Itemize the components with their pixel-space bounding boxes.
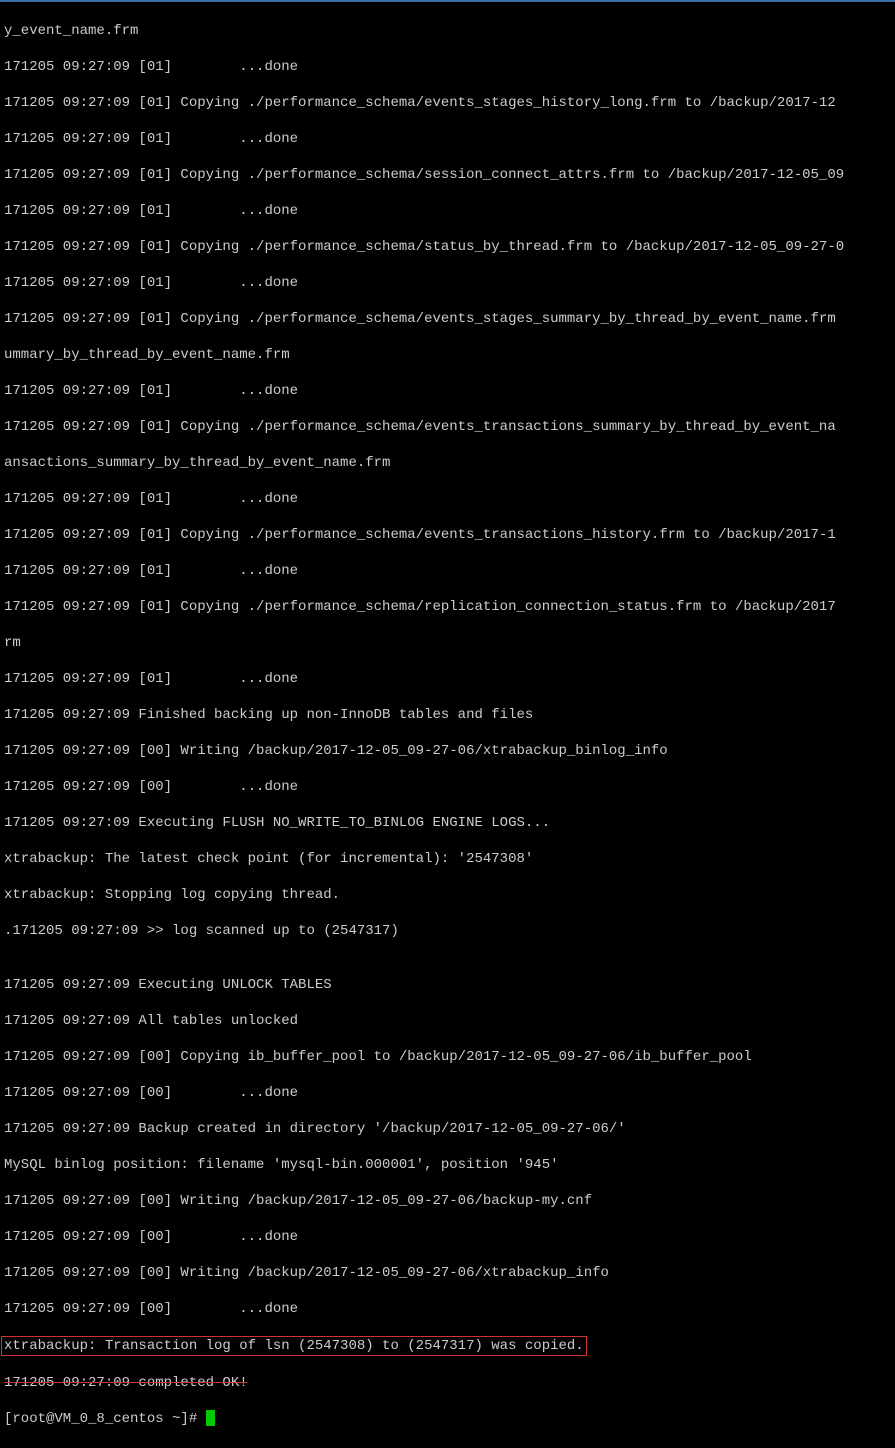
terminal-output[interactable]: y_event_name.frm 171205 09:27:09 [01] ..… bbox=[0, 2, 895, 1448]
shell-prompt: [root@VM_0_8_centos ~]# bbox=[4, 1411, 206, 1427]
log-line: 171205 09:27:09 [01] ...done bbox=[4, 58, 891, 76]
log-line: 171205 09:27:09 [01] Copying ./performan… bbox=[4, 166, 891, 184]
log-line: 171205 09:27:09 Executing FLUSH NO_WRITE… bbox=[4, 814, 891, 832]
shell-prompt-line[interactable]: [root@VM_0_8_centos ~]# bbox=[4, 1410, 891, 1428]
log-line: xtrabackup: The latest check point (for … bbox=[4, 850, 891, 868]
log-line: MySQL binlog position: filename 'mysql-b… bbox=[4, 1156, 891, 1174]
log-line: .171205 09:27:09 >> log scanned up to (2… bbox=[4, 922, 891, 940]
log-line: 171205 09:27:09 [00] ...done bbox=[4, 1084, 891, 1102]
log-line: 171205 09:27:09 [01] ...done bbox=[4, 130, 891, 148]
annotation-box: xtrabackup: Transaction log of lsn (2547… bbox=[1, 1336, 587, 1356]
log-line: 171205 09:27:09 [01] ...done bbox=[4, 382, 891, 400]
log-line: 171205 09:27:09 [01] ...done bbox=[4, 670, 891, 688]
log-line-completed: 171205 09:27:09 completed OK! bbox=[4, 1374, 891, 1392]
log-line: xtrabackup: Stopping log copying thread. bbox=[4, 886, 891, 904]
log-line: 171205 09:27:09 [00] ...done bbox=[4, 778, 891, 796]
log-line: ummary_by_thread_by_event_name.frm bbox=[4, 346, 891, 364]
log-line: 171205 09:27:09 [00] ...done bbox=[4, 1228, 891, 1246]
log-line: 171205 09:27:09 [01] Copying ./performan… bbox=[4, 310, 891, 328]
log-line: 171205 09:27:09 [00] Writing /backup/201… bbox=[4, 742, 891, 760]
log-line: 171205 09:27:09 [01] Copying ./performan… bbox=[4, 526, 891, 544]
log-line: 171205 09:27:09 [01] ...done bbox=[4, 202, 891, 220]
log-line: 171205 09:27:09 [01] ...done bbox=[4, 274, 891, 292]
log-line: rm bbox=[4, 634, 891, 652]
log-line: 171205 09:27:09 Finished backing up non-… bbox=[4, 706, 891, 724]
log-line: 171205 09:27:09 [00] Writing /backup/201… bbox=[4, 1192, 891, 1210]
cursor-icon bbox=[206, 1410, 215, 1426]
log-line: 171205 09:27:09 All tables unlocked bbox=[4, 1012, 891, 1030]
log-line: 171205 09:27:09 [00] Writing /backup/201… bbox=[4, 1264, 891, 1282]
log-line: 171205 09:27:09 [01] Copying ./performan… bbox=[4, 94, 891, 112]
log-line: 171205 09:27:09 [01] ...done bbox=[4, 490, 891, 508]
log-line: 171205 09:27:09 [01] Copying ./performan… bbox=[4, 418, 891, 436]
log-line: 171205 09:27:09 [01] Copying ./performan… bbox=[4, 238, 891, 256]
log-line: y_event_name.frm bbox=[4, 22, 891, 40]
log-line: 171205 09:27:09 [01] Copying ./performan… bbox=[4, 598, 891, 616]
log-line: 171205 09:27:09 Executing UNLOCK TABLES bbox=[4, 976, 891, 994]
log-line: ansactions_summary_by_thread_by_event_na… bbox=[4, 454, 891, 472]
log-line: 171205 09:27:09 [00] Copying ib_buffer_p… bbox=[4, 1048, 891, 1066]
highlighted-log-line: xtrabackup: Transaction log of lsn (2547… bbox=[4, 1336, 891, 1356]
log-line: 171205 09:27:09 Backup created in direct… bbox=[4, 1120, 891, 1138]
log-line: 171205 09:27:09 [01] ...done bbox=[4, 562, 891, 580]
log-line: 171205 09:27:09 [00] ...done bbox=[4, 1300, 891, 1318]
